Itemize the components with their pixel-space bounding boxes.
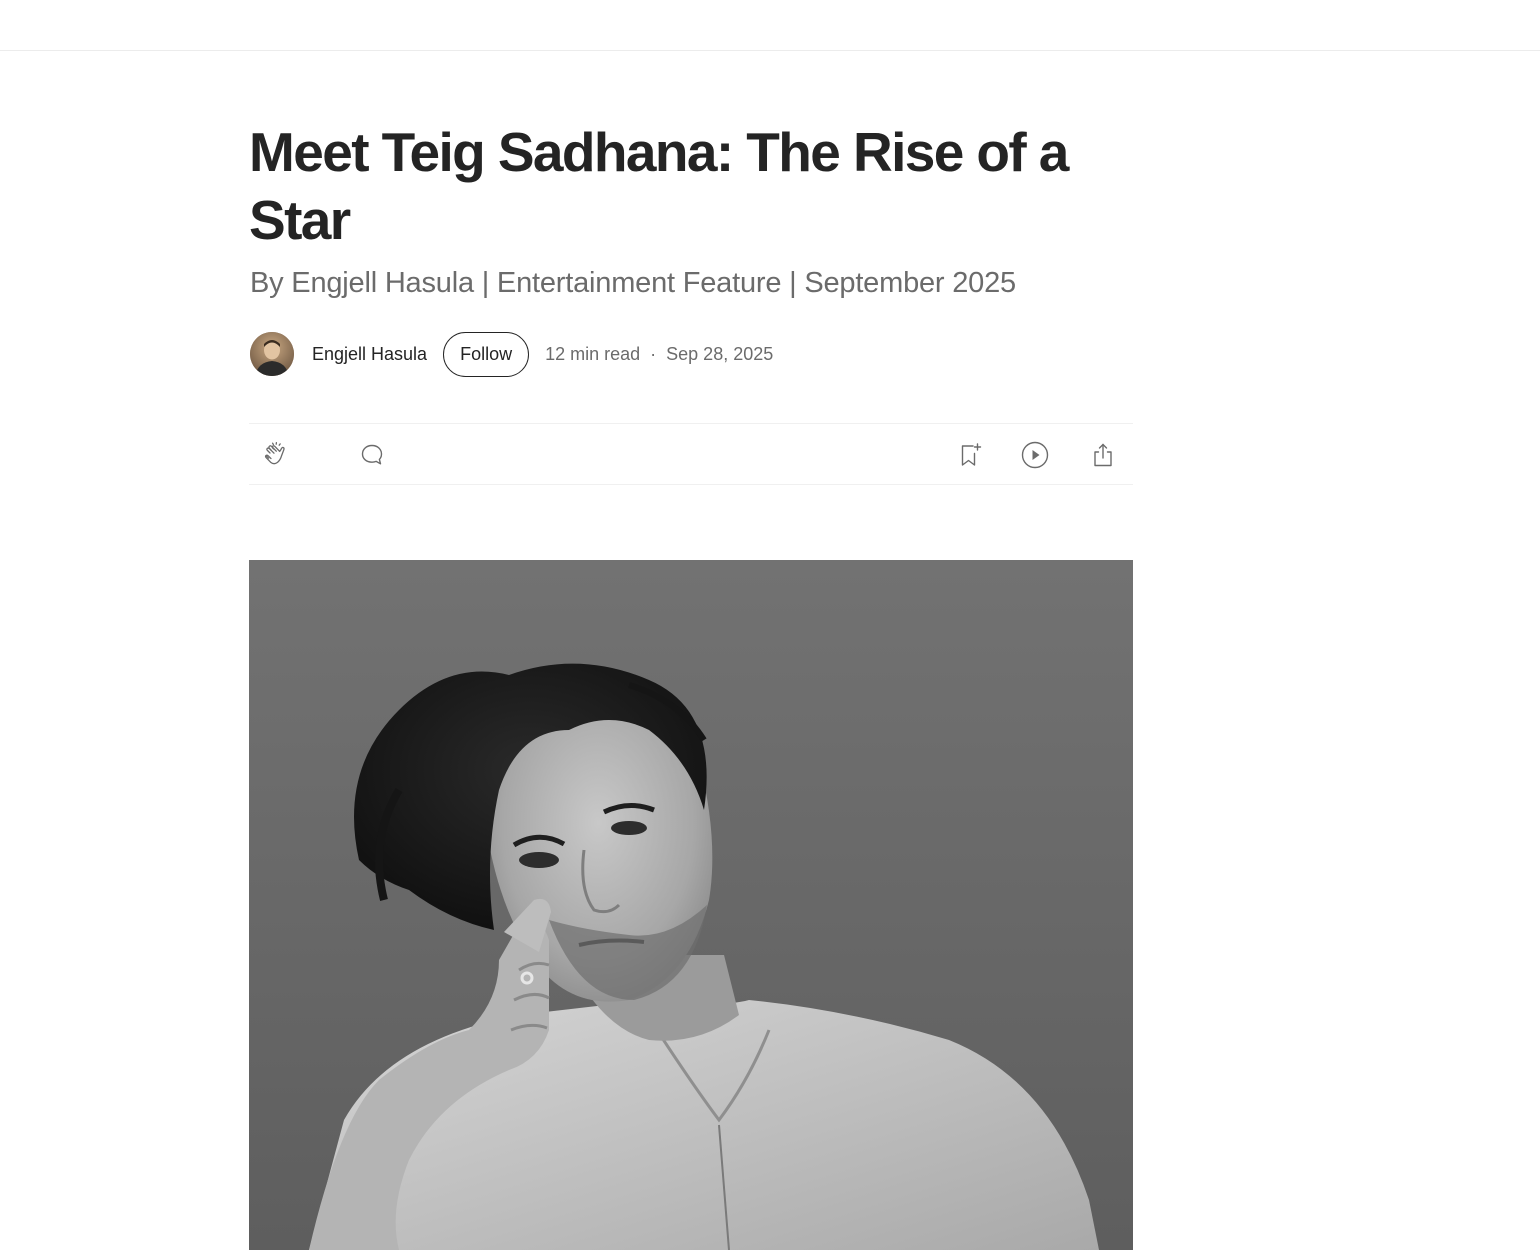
portrait-photo (249, 560, 1133, 1250)
author-avatar[interactable] (250, 332, 294, 376)
publish-date: Sep 28, 2025 (666, 343, 774, 364)
listen-play-icon[interactable] (1020, 440, 1050, 470)
read-time: 12 min read (545, 343, 641, 364)
author-name-link[interactable]: Engjell Hasula (312, 344, 427, 365)
article-subtitle: By Engjell Hasula | Entertainment Featur… (250, 267, 1016, 299)
clap-icon[interactable] (261, 440, 291, 470)
avatar-image (250, 332, 294, 376)
article-action-bar (249, 423, 1133, 485)
byline: Engjell Hasula Follow 12 min read · Sep … (250, 331, 1134, 377)
share-icon[interactable] (1088, 440, 1118, 470)
follow-button[interactable]: Follow (443, 331, 530, 377)
article-title: Meet Teig Sadhana: The Rise of a Star (249, 121, 1069, 251)
comment-icon[interactable] (357, 440, 387, 470)
meta-separator: · (650, 343, 657, 364)
hero-image (249, 560, 1133, 1250)
top-navigation-bar (0, 0, 1540, 51)
bookmark-add-icon[interactable] (955, 440, 985, 470)
